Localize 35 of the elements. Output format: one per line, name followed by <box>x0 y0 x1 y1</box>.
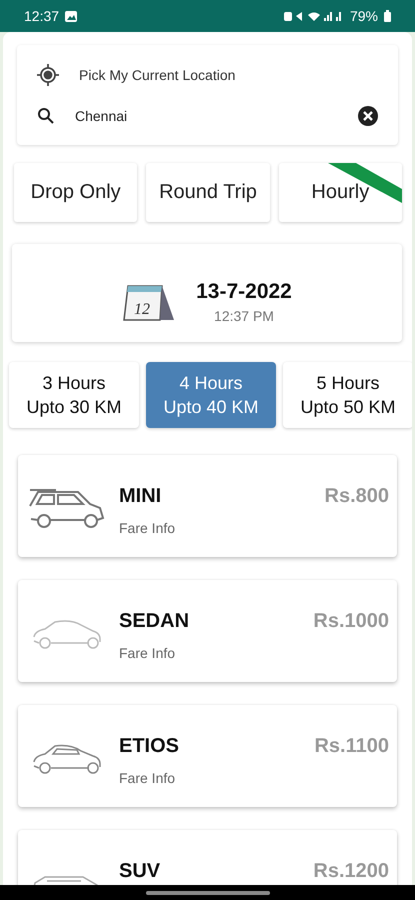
location-target-icon <box>37 64 59 86</box>
battery-percent: 79% <box>350 8 378 24</box>
search-icon <box>37 107 55 125</box>
battery-icon <box>384 10 391 22</box>
date-card[interactable]: 12 13-7-2022 12:37 PM <box>12 244 402 342</box>
current-location-link[interactable]: Pick My Current Location <box>79 67 378 83</box>
image-icon <box>65 10 78 22</box>
car-name: ETIOS <box>119 735 180 758</box>
car-icon <box>31 742 103 774</box>
car-price: Rs.800 <box>324 485 389 508</box>
pickup-date: 13-7-2022 <box>196 280 292 304</box>
fare-info-link[interactable]: Fare Info <box>119 645 176 661</box>
car-name: SUV <box>119 860 160 883</box>
car-card[interactable]: SEDAN Fare Info Rs.1000 <box>18 580 397 682</box>
trip-type-button[interactable]: Hourly <box>278 163 402 222</box>
car-card[interactable]: MINI Fare Info Rs.800 <box>18 455 397 557</box>
clear-icon[interactable] <box>358 106 378 126</box>
trip-type-button[interactable]: Round Trip <box>146 163 270 222</box>
car-name: SEDAN <box>119 610 190 633</box>
fare-info-link[interactable]: Fare Info <box>119 770 176 786</box>
car-card[interactable]: SUV Rs.1200 <box>18 830 397 885</box>
car-price: Rs.1100 <box>314 735 389 758</box>
clock: 12:37 <box>24 8 60 24</box>
package-button[interactable]: 4 Hours Upto 40 KM <box>146 362 276 428</box>
search-field[interactable]: Chennai <box>75 108 338 124</box>
car-price: Rs.1000 <box>313 610 389 633</box>
home-handle[interactable] <box>146 890 270 894</box>
package-button[interactable]: 3 Hours Upto 30 KM <box>9 362 139 428</box>
package-button[interactable]: 5 Hours Upto 50 KM <box>283 362 412 428</box>
fare-info-link[interactable]: Fare Info <box>119 520 176 536</box>
trip-type-button[interactable]: Drop Only <box>14 163 138 222</box>
car-card[interactable]: ETIOS Fare Info Rs.1100 <box>18 705 397 807</box>
car-price: Rs.1200 <box>313 860 389 883</box>
car-name: MINI <box>119 485 162 508</box>
pickup-time: 12:37 PM <box>214 308 274 324</box>
